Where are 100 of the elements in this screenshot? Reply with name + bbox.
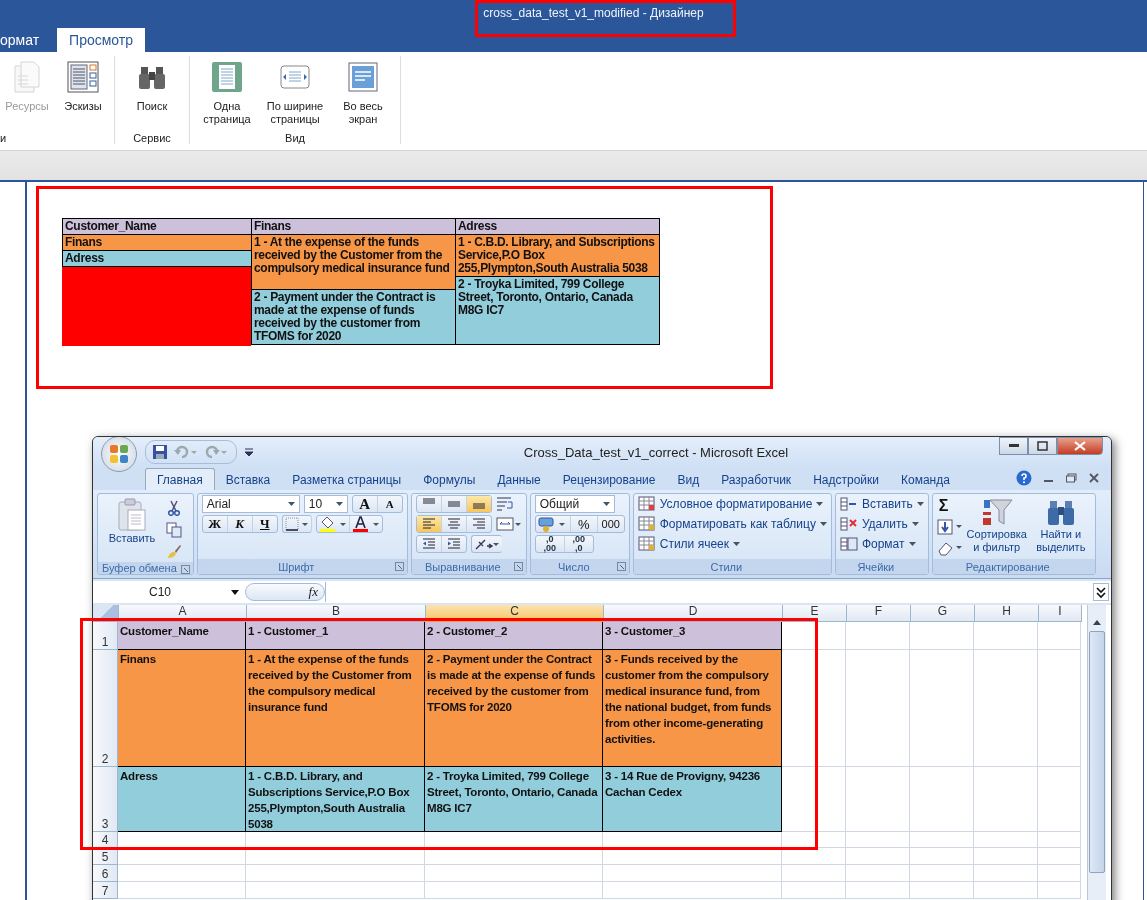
table-cell: 2 - Troyka Limited, 799 College Street, Toronto, Ontario, Canada M8G IC7	[425, 767, 603, 832]
maximize-button[interactable]	[1028, 437, 1057, 455]
percent-button[interactable]: %	[570, 516, 598, 532]
help-icon[interactable]	[1016, 470, 1032, 486]
eraser-icon[interactable]	[936, 540, 963, 556]
wrap-text-icon[interactable]	[495, 496, 514, 512]
customize-icon[interactable]	[245, 447, 253, 457]
save-icon[interactable]	[152, 444, 168, 460]
group-label: Шрифт	[278, 560, 315, 573]
fill-down-icon[interactable]	[936, 519, 963, 535]
autosum-button[interactable]: Σ	[936, 498, 963, 514]
column-header[interactable]: H	[975, 605, 1039, 622]
ribbon-button[interactable]: Поиск	[119, 56, 185, 113]
cells-icon	[839, 516, 858, 532]
column-header[interactable]: G	[911, 605, 975, 622]
paste-button[interactable]: Вставить	[102, 496, 162, 560]
ribbon-tab[interactable]: Разметка страницы	[281, 469, 413, 490]
row-header[interactable]: 2	[93, 650, 118, 767]
table-cell	[846, 832, 910, 848]
menu-button[interactable]: Удалить	[839, 515, 924, 533]
dialog-launcher-icon[interactable]	[616, 562, 626, 571]
ribbon-tab[interactable]: ормат	[0, 28, 54, 52]
column-header[interactable]: E	[783, 605, 847, 622]
ribbon-tab[interactable]: Главная	[145, 468, 215, 490]
menu-button[interactable]: Форматировать как таблицу	[637, 515, 827, 533]
menu-button[interactable]: Вставить	[839, 495, 924, 513]
row-header[interactable]: 3	[93, 767, 118, 832]
table-cell: 3 - Customer_3	[603, 622, 782, 650]
menu-button[interactable]: Условное форматирование	[637, 495, 827, 513]
ribbon-tab[interactable]: Формулы	[412, 469, 487, 490]
grow-font-button[interactable]: A	[352, 496, 378, 512]
ribbon-tab[interactable]: Вид	[666, 469, 711, 490]
dialog-launcher-icon[interactable]	[180, 565, 190, 574]
close-icon[interactable]	[1089, 473, 1099, 483]
orientation-button[interactable]	[470, 535, 502, 553]
dropdown-icon	[816, 502, 824, 506]
close-icon	[1074, 441, 1086, 451]
ribbon-tab[interactable]: Вставка	[214, 469, 282, 490]
column-header[interactable]: I	[1039, 605, 1082, 622]
borders-button[interactable]	[281, 515, 312, 533]
vertical-scrollbar[interactable]	[1087, 605, 1106, 900]
dialog-launcher-icon[interactable]	[513, 562, 523, 571]
thousands-button[interactable]: 000	[597, 516, 624, 532]
row-header[interactable]: 1	[93, 622, 118, 650]
table-cell	[910, 767, 974, 832]
number-format-field[interactable]: Общий	[534, 495, 615, 513]
table-style-icon	[637, 496, 656, 512]
office-button[interactable]	[101, 437, 137, 472]
function-button[interactable]: fx	[245, 583, 325, 601]
shrink-font-button[interactable]: A	[377, 496, 402, 512]
ribbon-tab[interactable]: Разработчик	[710, 469, 803, 490]
align-icon	[471, 518, 486, 530]
font-size-field[interactable]: 10	[303, 495, 348, 513]
restore-icon[interactable]	[1066, 473, 1077, 483]
row-header[interactable]: 7	[93, 882, 118, 899]
vertical-align-button[interactable]	[466, 496, 491, 512]
expand-icon[interactable]	[1093, 583, 1109, 601]
column-header[interactable]: F	[847, 605, 911, 622]
ribbon-button[interactable]: Одна страница	[194, 56, 260, 126]
ribbon-tab[interactable]: Рецензирование	[551, 469, 667, 490]
sort-filter-button[interactable]: Сортировка и фильтр	[966, 496, 1027, 557]
name-box[interactable]: C10	[93, 585, 245, 599]
ribbon-tab[interactable]: Надстройки	[802, 469, 890, 490]
group-label: Ячейки	[857, 560, 895, 573]
menu-button[interactable]: Стили ячеек	[637, 535, 827, 553]
ribbon-tab[interactable]: Команда	[889, 469, 961, 490]
menu-button[interactable]: Формат	[839, 535, 924, 553]
scissors-icon[interactable]	[166, 500, 182, 516]
ribbon-tab[interactable]: Просмотр	[57, 28, 146, 52]
table-cell	[782, 622, 846, 650]
underline-button[interactable]: Ч	[252, 516, 277, 532]
currency-button[interactable]	[535, 516, 571, 532]
scroll-thumb[interactable]	[1089, 631, 1105, 873]
find-select-button[interactable]: Найти и выделить	[1030, 496, 1091, 557]
bold-button[interactable]: Ж	[202, 516, 228, 532]
dropdown-icon	[819, 522, 827, 526]
italic-button[interactable]: К	[227, 516, 253, 532]
dropdown-icon	[916, 502, 924, 506]
table-cell	[846, 622, 910, 650]
decrease-decimal-button[interactable]: ,00 ,0	[564, 536, 593, 552]
ribbon-tab[interactable]: Данные	[486, 469, 552, 490]
ribbon-button[interactable]: По ширине страницы	[262, 56, 328, 126]
merge-cells-icon[interactable]	[495, 517, 522, 531]
office-logo-icon	[108, 443, 130, 465]
minimize-button[interactable]	[999, 437, 1028, 455]
table-cell	[1038, 848, 1081, 865]
brush-icon[interactable]	[166, 544, 182, 560]
table-style-icon	[637, 536, 656, 552]
ribbon-button[interactable]: Во весь экран	[330, 56, 396, 126]
row-header[interactable]: 4	[93, 832, 118, 848]
close-button[interactable]	[1057, 437, 1103, 455]
horizontal-align-button[interactable]	[416, 516, 442, 532]
font-name-field[interactable]: Arial	[201, 495, 300, 513]
increase-decimal-button[interactable]: ,0 ,00	[535, 536, 565, 552]
minimize-icon	[1008, 444, 1019, 448]
table-cell	[846, 882, 910, 899]
copy-icon[interactable]	[166, 522, 182, 538]
ribbon-button[interactable]: Эскизы	[56, 56, 110, 113]
dialog-launcher-icon[interactable]	[394, 562, 404, 571]
row-header[interactable]: 6	[93, 865, 118, 882]
